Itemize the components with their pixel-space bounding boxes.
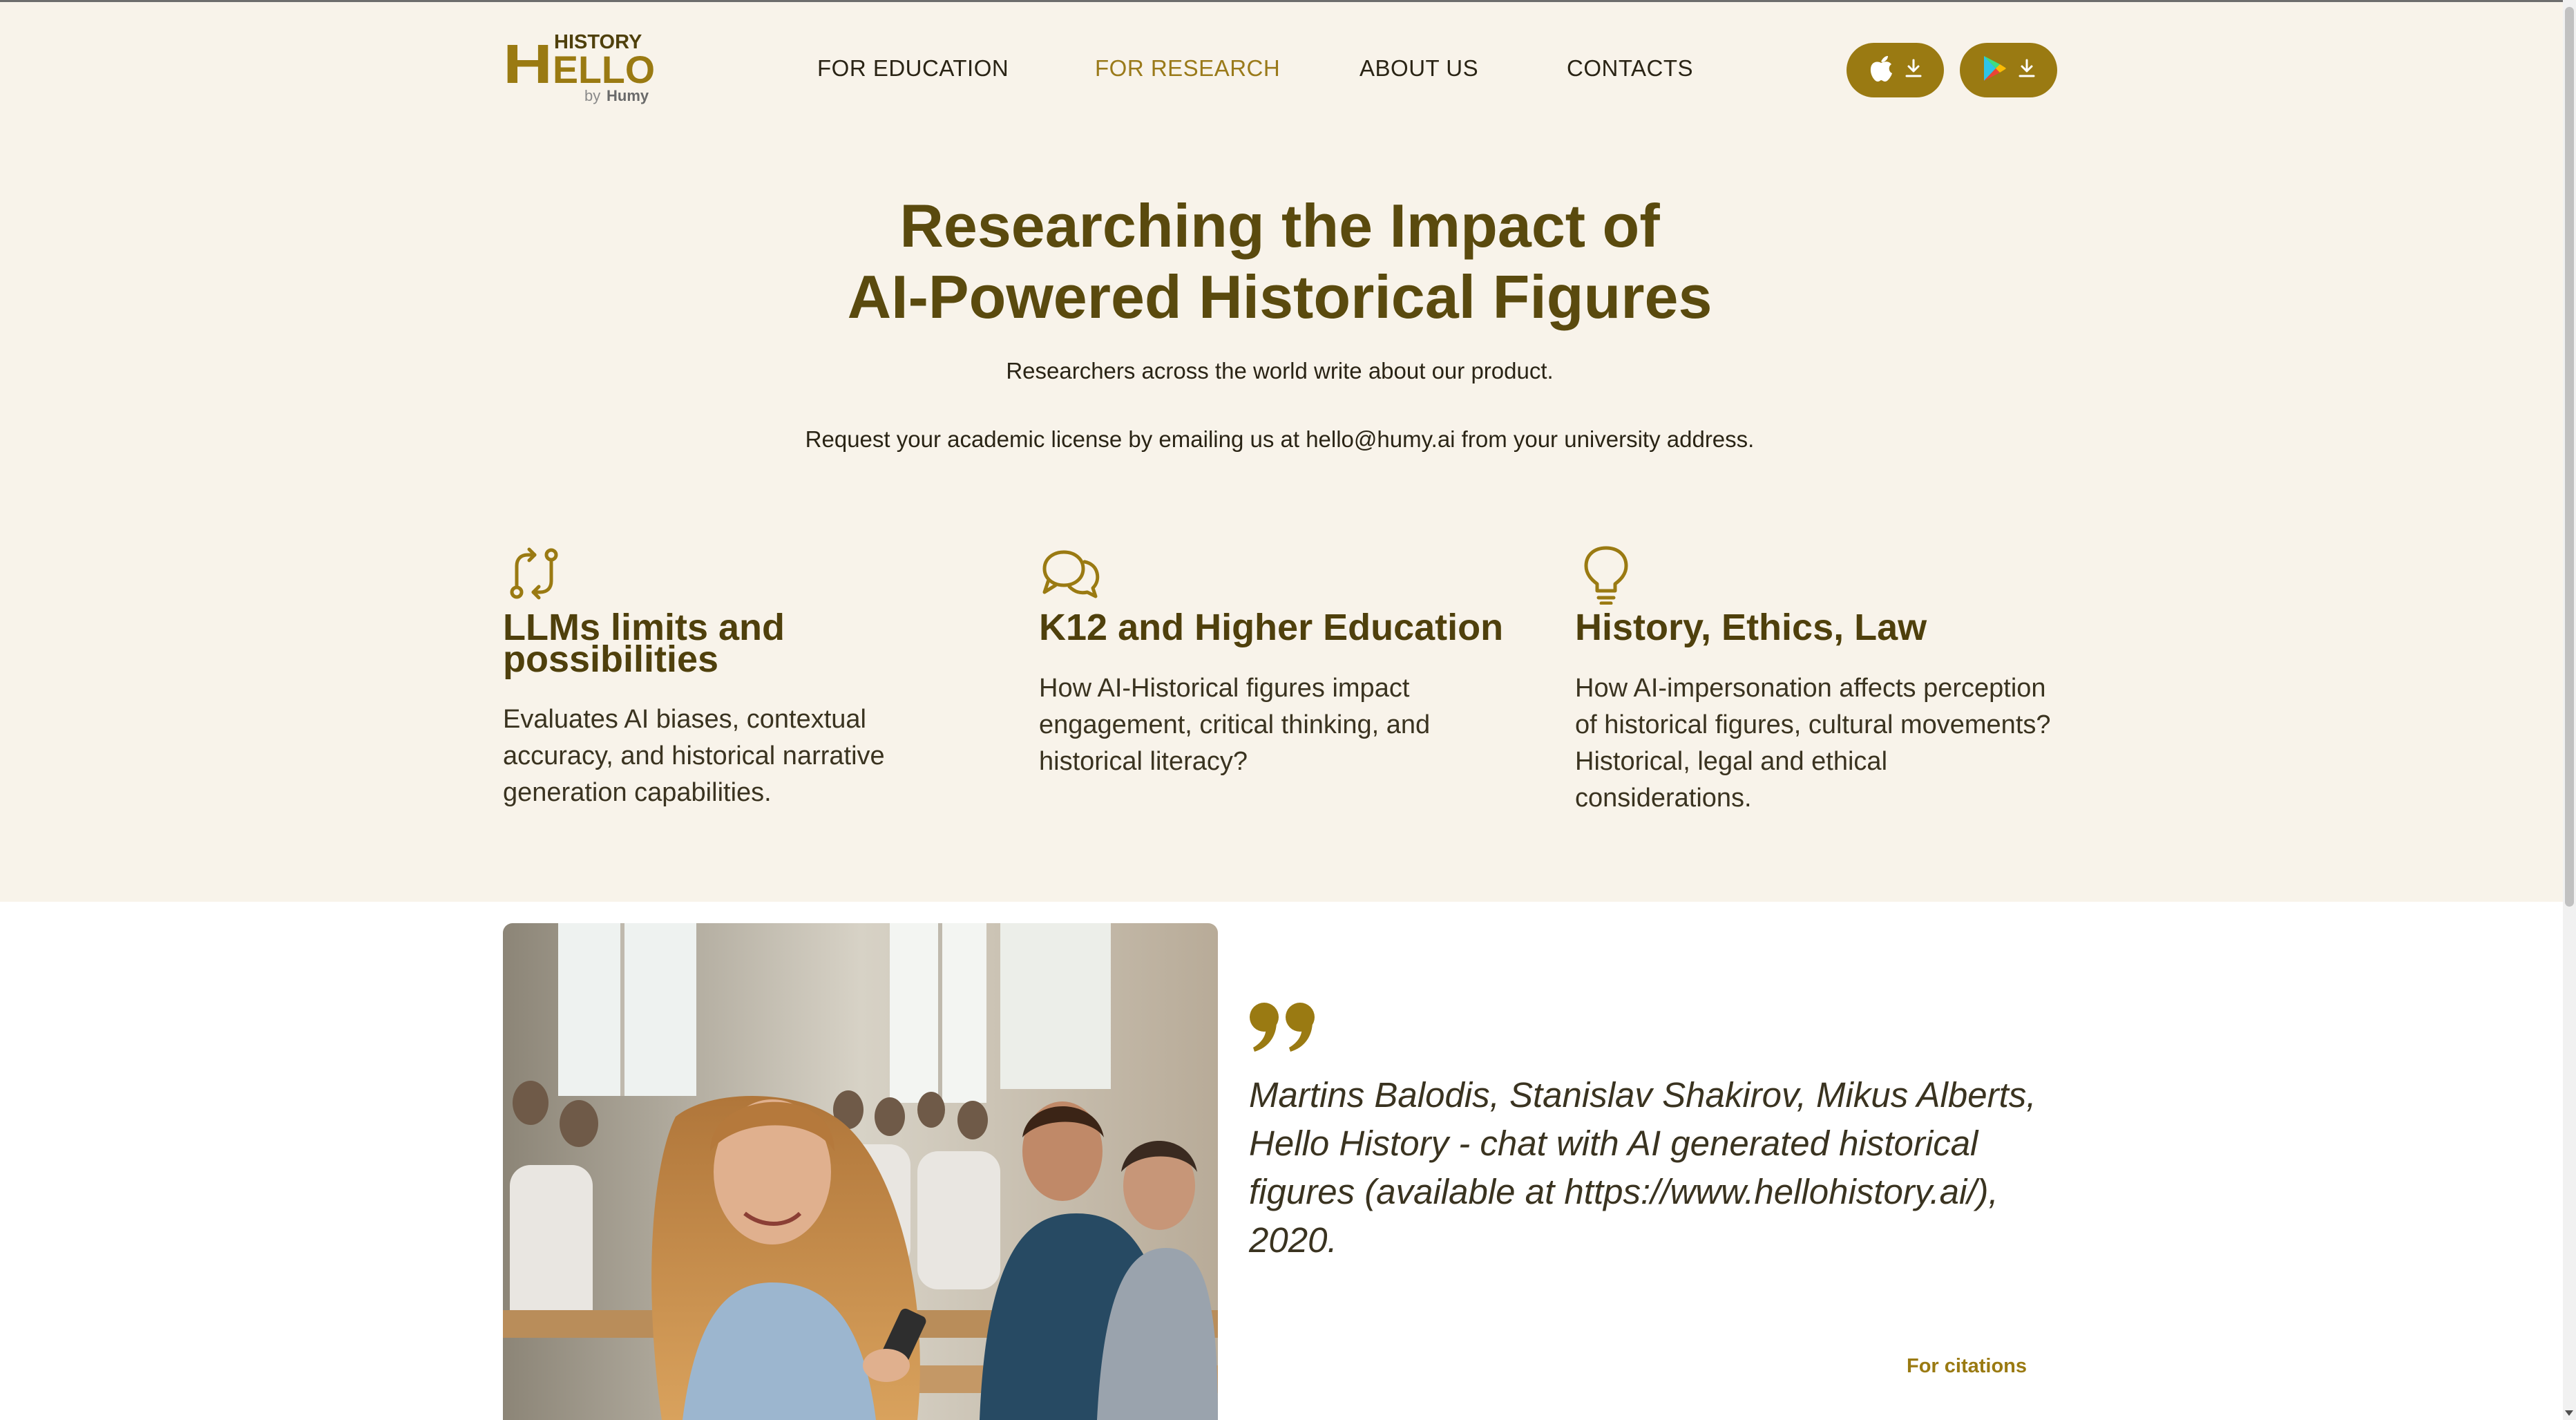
- license-note: Request your academic license by emailin…: [805, 426, 1755, 452]
- page-title-line-2: AI-Powered Historical Figures: [847, 263, 1712, 331]
- feature-llms-title: LLMs limits and possibilities: [503, 607, 785, 680]
- nav-about-us[interactable]: ABOUT US: [1359, 55, 1478, 82]
- scrollbar[interactable]: [2563, 0, 2576, 1420]
- nav-for-research[interactable]: FOR RESEARCH: [1095, 55, 1280, 82]
- scrollbar-thumb[interactable]: [2565, 7, 2574, 907]
- google-play-icon: [1982, 55, 2007, 86]
- logo-graphic: HISTORY H ELLO by Humy: [503, 31, 655, 104]
- logo-by-text: by: [584, 87, 600, 104]
- feature-history-title: History, Ethics, Law: [1575, 607, 1927, 648]
- feature-k12: K12 and Higher Education How AI-Historic…: [1039, 542, 1536, 776]
- svg-text:H: H: [503, 33, 553, 95]
- svg-text:ELLO: ELLO: [553, 48, 655, 91]
- nav-for-education[interactable]: FOR EDUCATION: [817, 55, 1009, 82]
- scroll-down-arrow-icon[interactable]: [2565, 1410, 2573, 1416]
- feature-llms: LLMs limits and possibilities Evaluates …: [503, 542, 1000, 807]
- download-icon: [1905, 59, 1923, 82]
- hello-history-logo[interactable]: HISTORY H ELLO by Humy: [503, 28, 662, 111]
- students-classroom-photo: [503, 923, 1218, 1420]
- page-title-line-1: Researching the Impact of: [899, 191, 1660, 260]
- nav-contacts[interactable]: CONTACTS: [1567, 55, 1693, 82]
- download-icon: [2018, 59, 2036, 82]
- apple-icon: [1869, 55, 1893, 86]
- app-store-download-button[interactable]: [1847, 43, 1944, 97]
- lightbulb-icon: [1584, 546, 1628, 605]
- quote-icon: [1249, 1001, 1318, 1057]
- feature-k12-title: K12 and Higher Education: [1039, 607, 1504, 648]
- feature-history-text: How AI-impersonation affects perception …: [1575, 674, 2051, 813]
- feature-history: History, Ethics, Law How AI-impersonatio…: [1575, 542, 2072, 813]
- for-citations-link[interactable]: For citations: [1907, 1355, 2027, 1378]
- arrows-exchange-icon: [510, 547, 558, 600]
- page-title: Researching the Impact of AI-Powered His…: [0, 190, 2559, 332]
- chat-bubbles-icon: [1042, 550, 1100, 598]
- google-play-download-button[interactable]: [1960, 43, 2057, 97]
- logo-company-text: Humy: [607, 87, 649, 104]
- feature-k12-text: How AI-Historical figures impact engagem…: [1039, 674, 1431, 776]
- feature-llms-text: Evaluates AI biases, contextual accuracy…: [503, 705, 885, 807]
- citation-text: Martins Balodis, Stanislav Shakirov, Mik…: [1249, 1075, 2036, 1260]
- hero-subtitle: Researchers across the world write about…: [1006, 358, 1554, 384]
